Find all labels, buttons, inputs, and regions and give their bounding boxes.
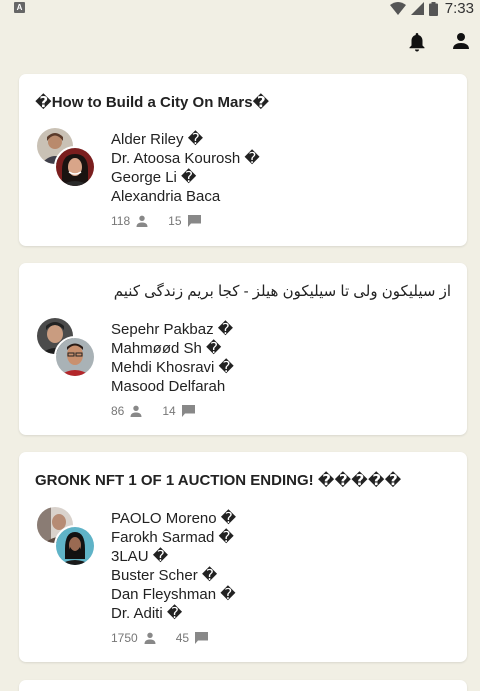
bell-icon[interactable] [408, 32, 426, 52]
room-card[interactable]: GRONK NFT 1 OF 1 AUCTION ENDING! ����� P… [19, 452, 467, 662]
speaker-name: Farokh Sarmad � [111, 529, 234, 546]
wifi-icon [389, 2, 406, 15]
speaker-name: Buster Scher � [111, 567, 218, 584]
room-stats: 118 15 [111, 214, 201, 228]
status-bar: A 7:33 [0, 0, 480, 18]
avatar [54, 525, 96, 567]
avatar [54, 336, 96, 378]
person-icon [130, 405, 142, 417]
room-title: از سیلیکون ولی تا سیلیکون هیلز - کجا بری… [113, 283, 451, 300]
speaker-list: Sepehr Pakbaz � Mahmøød Sh � Mehdi Khosr… [111, 320, 234, 396]
speaker-name: Sepehr Pakbaz � [111, 321, 234, 338]
speaker-name: Dan Fleyshman � [111, 586, 236, 603]
room-stats: 1750 45 [111, 631, 209, 645]
speaker-name: Dr. Atoosa Kourosh � [111, 150, 260, 167]
notification-app-icon: A [14, 2, 25, 13]
speaker-name: George Li � [111, 169, 197, 186]
speaker-name: Mahmøød Sh � [111, 340, 222, 357]
avatar [54, 146, 96, 188]
cell-signal-icon [410, 2, 424, 15]
speaker-avatars [35, 126, 97, 188]
top-toolbar [408, 32, 470, 52]
speaker-name: Dr. Aditi � [111, 605, 183, 622]
status-right: 7:33 [389, 0, 474, 17]
battery-icon [428, 1, 438, 16]
room-stats: 86 14 [111, 404, 195, 418]
message-count: 45 [175, 631, 190, 645]
speaker-list: PAOLO Moreno � Farokh Sarmad � 3LAU � Bu… [111, 509, 236, 623]
room-title: GRONK NFT 1 OF 1 AUCTION ENDING! ����� [35, 472, 402, 489]
chat-bubble-icon [181, 405, 195, 417]
speaker-name: Alexandria Baca [111, 188, 221, 205]
speaker-list: Alder Riley � Dr. Atoosa Kourosh � Georg… [111, 130, 260, 206]
room-card[interactable]: �How to Build a City On Mars� Alder Rile… [19, 74, 467, 246]
room-card[interactable]: از سیلیکون ولی تا سیلیکون هیلز - کجا بری… [19, 263, 467, 435]
speaker-name: Mehdi Khosravi � [111, 359, 234, 376]
speaker-name: 3LAU � [111, 548, 169, 565]
speaker-name: Alder Riley � [111, 131, 204, 148]
speaker-avatars [35, 505, 97, 567]
speaker-name: PAOLO Moreno � [111, 510, 237, 527]
speaker-avatars [35, 316, 97, 378]
room-title: �How to Build a City On Mars� [35, 94, 270, 111]
person-icon[interactable] [452, 32, 470, 52]
speaker-name: Masood Delfarah [111, 378, 226, 395]
chat-bubble-icon [187, 215, 201, 227]
chat-bubble-icon [195, 632, 209, 644]
listener-count: 118 [111, 214, 131, 228]
status-time: 7:33 [444, 0, 474, 17]
person-icon [136, 215, 148, 227]
message-count: 15 [168, 214, 182, 228]
listener-count: 1750 [111, 631, 138, 645]
message-count: 14 [162, 404, 176, 418]
person-icon [144, 632, 156, 644]
listener-count: 86 [111, 404, 125, 418]
room-card[interactable] [19, 680, 467, 691]
